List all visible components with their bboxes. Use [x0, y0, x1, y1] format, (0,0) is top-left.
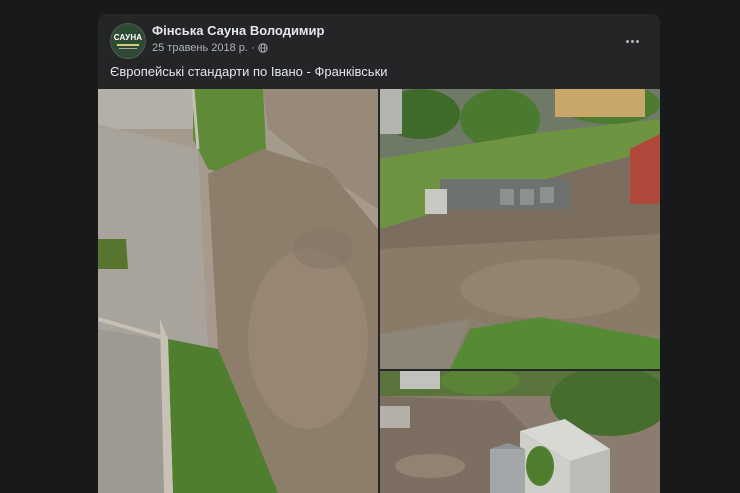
author-name[interactable]: Фінська Сауна Володимир [152, 23, 325, 38]
photo-grid [98, 89, 660, 493]
post-header: САУНА Фінська Сауна Володимир 25 травень… [110, 23, 648, 59]
flooded-path-photo[interactable] [98, 89, 378, 493]
globe-icon [257, 43, 268, 53]
avatar-logo-text: САУНА [113, 33, 143, 42]
flooded-yard-photo[interactable] [380, 89, 660, 369]
more-options-icon[interactable] [618, 29, 646, 53]
garage-yard-photo[interactable] [380, 371, 660, 493]
post-card: САУНА Фінська Сауна Володимир 25 травень… [98, 14, 660, 493]
post-date[interactable]: 25 травень 2018 р. [152, 42, 248, 54]
avatar[interactable]: САУНА [110, 23, 146, 59]
post-text: Європейські стандарти по Івано - Франків… [110, 64, 388, 79]
post-meta: 25 травень 2018 р. · [152, 42, 268, 54]
meta-separator: · [250, 42, 255, 54]
